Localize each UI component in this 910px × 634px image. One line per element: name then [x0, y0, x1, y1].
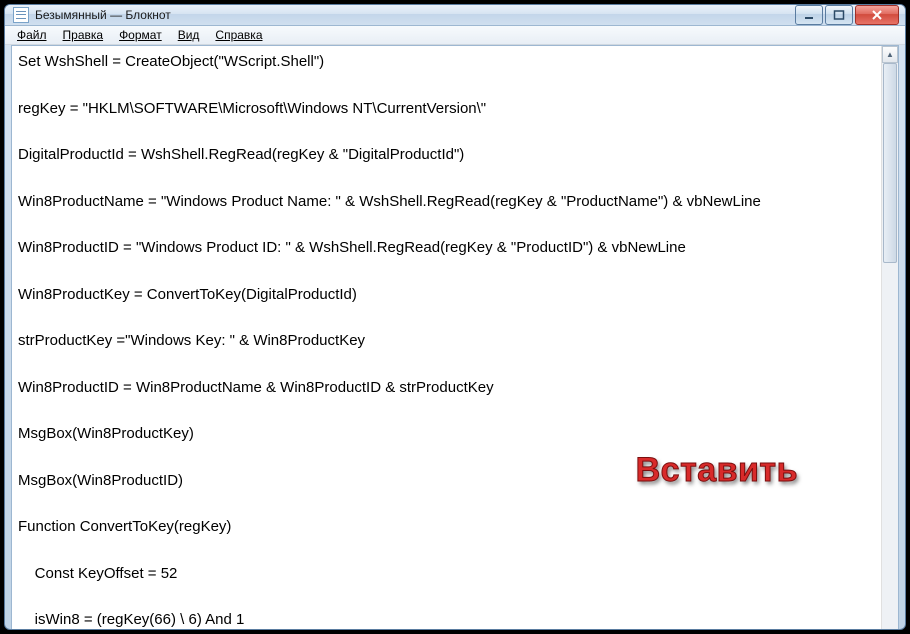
menu-edit[interactable]: Правка	[55, 26, 112, 44]
menu-format[interactable]: Формат	[111, 26, 170, 44]
notepad-window: Безымянный — Блокнот Файл Правка Формат …	[4, 4, 906, 630]
notepad-icon	[13, 7, 29, 23]
menu-help[interactable]: Справка	[207, 26, 270, 44]
window-title: Безымянный — Блокнот	[35, 8, 795, 22]
scroll-thumb[interactable]	[883, 63, 897, 263]
menubar: Файл Правка Формат Вид Справка	[5, 26, 905, 45]
window-controls	[795, 5, 899, 25]
vertical-scrollbar[interactable]: ▲ ▼	[881, 46, 898, 630]
close-button[interactable]	[855, 5, 899, 25]
client-area: Set WshShell = CreateObject("WScript.She…	[11, 45, 899, 630]
text-editor[interactable]: Set WshShell = CreateObject("WScript.She…	[12, 46, 881, 630]
menu-file[interactable]: Файл	[9, 26, 55, 44]
titlebar[interactable]: Безымянный — Блокнот	[5, 5, 905, 26]
maximize-button[interactable]	[825, 5, 853, 25]
minimize-button[interactable]	[795, 5, 823, 25]
scroll-up-button[interactable]: ▲	[882, 46, 898, 63]
menu-view[interactable]: Вид	[170, 26, 208, 44]
scroll-track[interactable]	[882, 63, 898, 630]
